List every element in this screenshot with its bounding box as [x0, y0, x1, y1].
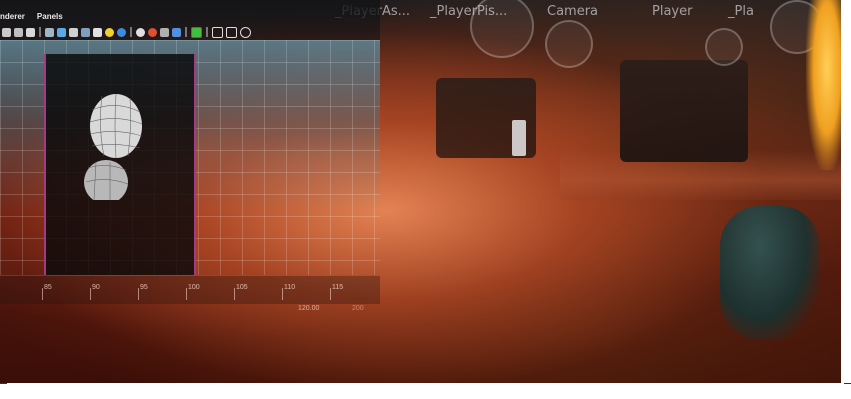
foreground-device	[620, 60, 748, 162]
timeline-tick-label: 110	[284, 284, 296, 291]
select-icon[interactable]	[191, 26, 202, 38]
orange-lamp	[806, 0, 841, 170]
outliner-tab: Camera	[547, 4, 599, 19]
3d-viewport[interactable]	[0, 40, 380, 275]
shadow-icon[interactable]	[160, 27, 169, 37]
timeline-tick	[282, 288, 283, 300]
toolbar-separator	[39, 27, 41, 37]
timeline-tick	[330, 288, 331, 300]
sphere-blue-icon[interactable]	[117, 27, 126, 37]
timeline-tick-label: 115	[332, 284, 344, 291]
outliner-tab: Player	[652, 4, 693, 19]
toolbar-separator	[130, 27, 132, 37]
viewport-icon[interactable]	[2, 27, 11, 37]
timeline-tick-label: 85	[44, 284, 52, 291]
menu-panels[interactable]: Panels	[37, 12, 63, 25]
timeline-tick	[186, 288, 187, 300]
cube-outline-icon[interactable]	[212, 26, 223, 38]
cube-icon[interactable]	[45, 27, 54, 37]
share-icon[interactable]	[240, 26, 251, 38]
device-slot	[512, 120, 526, 156]
timeline-tick-label: 105	[236, 284, 248, 291]
panel-menubar: nderer Panels	[0, 12, 63, 25]
timeline-tick-label: 90	[92, 284, 100, 291]
blurred-object	[720, 206, 820, 340]
texture-icon[interactable]	[172, 27, 181, 37]
crop-mark	[0, 383, 7, 384]
range-end-field[interactable]: 120.00	[298, 305, 319, 312]
outliner-tab: _PlayerPis...	[430, 4, 508, 19]
camera-icon[interactable]	[26, 27, 35, 37]
timeline-tick-label: 100	[188, 284, 200, 291]
timeline-tick-label: 95	[140, 284, 148, 291]
light-icon[interactable]	[136, 27, 145, 37]
grid-icon[interactable]	[14, 27, 23, 37]
toolbar-separator	[206, 27, 208, 37]
time-slider[interactable]: 80 85 90 95 100 105 110 115	[0, 275, 380, 304]
sphere-yellow-icon[interactable]	[105, 27, 114, 37]
panel-toolbar	[0, 25, 251, 39]
box-icon[interactable]	[57, 27, 66, 37]
timeline-tick	[234, 288, 235, 300]
maya-ui-overlay: nderer Panels 85 90 95 100 105 110 115 1…	[0, 0, 380, 383]
bokeh-circle	[545, 20, 593, 68]
smooth-icon[interactable]	[81, 27, 90, 37]
timeline-tick	[90, 288, 91, 300]
frame-icon[interactable]	[226, 26, 237, 38]
range-next-field[interactable]: 200	[352, 305, 364, 312]
timeline-tick	[138, 288, 139, 300]
crop-mark	[844, 383, 851, 384]
checker-icon[interactable]	[93, 27, 102, 37]
light-red-icon[interactable]	[148, 27, 157, 37]
menu-renderer[interactable]: nderer	[0, 12, 25, 25]
wireframe-head-model[interactable]	[76, 90, 146, 200]
outliner-tab: _Pla	[728, 4, 754, 19]
bokeh-circle	[705, 28, 743, 66]
wire-icon[interactable]	[69, 27, 78, 37]
hero-photo: _PlayerAs... _PlayerPis... Camera Player…	[0, 0, 841, 383]
timeline-tick	[42, 288, 43, 300]
toolbar-separator	[185, 27, 187, 37]
